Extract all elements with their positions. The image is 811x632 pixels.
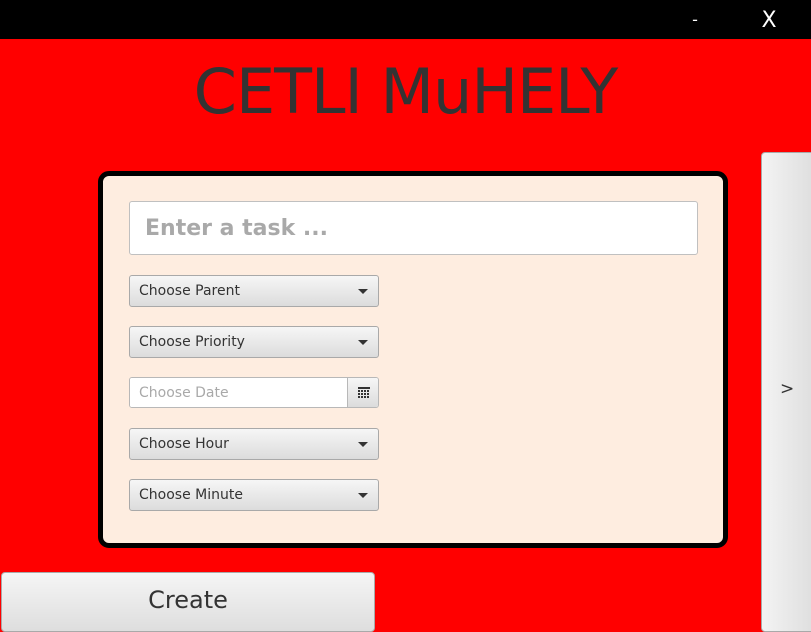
hour-select-label: Choose Hour — [139, 436, 229, 452]
task-input[interactable] — [129, 201, 698, 255]
minimize-button[interactable]: - — [680, 0, 710, 39]
priority-select-label: Choose Priority — [139, 334, 245, 350]
date-input[interactable] — [130, 378, 348, 407]
title-bar: - X — [0, 0, 811, 39]
calendar-button[interactable] — [347, 378, 378, 407]
chevron-down-icon — [358, 493, 368, 498]
date-picker — [129, 377, 379, 408]
app-title: CETLI MuHELY — [193, 55, 619, 128]
close-button[interactable]: X — [752, 0, 786, 39]
minute-select[interactable]: Choose Minute — [129, 479, 379, 511]
priority-select[interactable]: Choose Priority — [129, 326, 379, 358]
side-panel-toggle-button[interactable]: > — [761, 152, 811, 632]
chevron-down-icon — [358, 289, 368, 294]
create-button[interactable]: Create — [1, 572, 375, 632]
parent-select[interactable]: Choose Parent — [129, 275, 379, 307]
minute-select-label: Choose Minute — [139, 487, 243, 503]
chevron-down-icon — [358, 442, 368, 447]
chevron-right-icon: > — [780, 379, 795, 399]
hour-select[interactable]: Choose Hour — [129, 428, 379, 460]
parent-select-label: Choose Parent — [139, 283, 240, 299]
chevron-down-icon — [358, 340, 368, 345]
calendar-icon — [358, 387, 370, 398]
